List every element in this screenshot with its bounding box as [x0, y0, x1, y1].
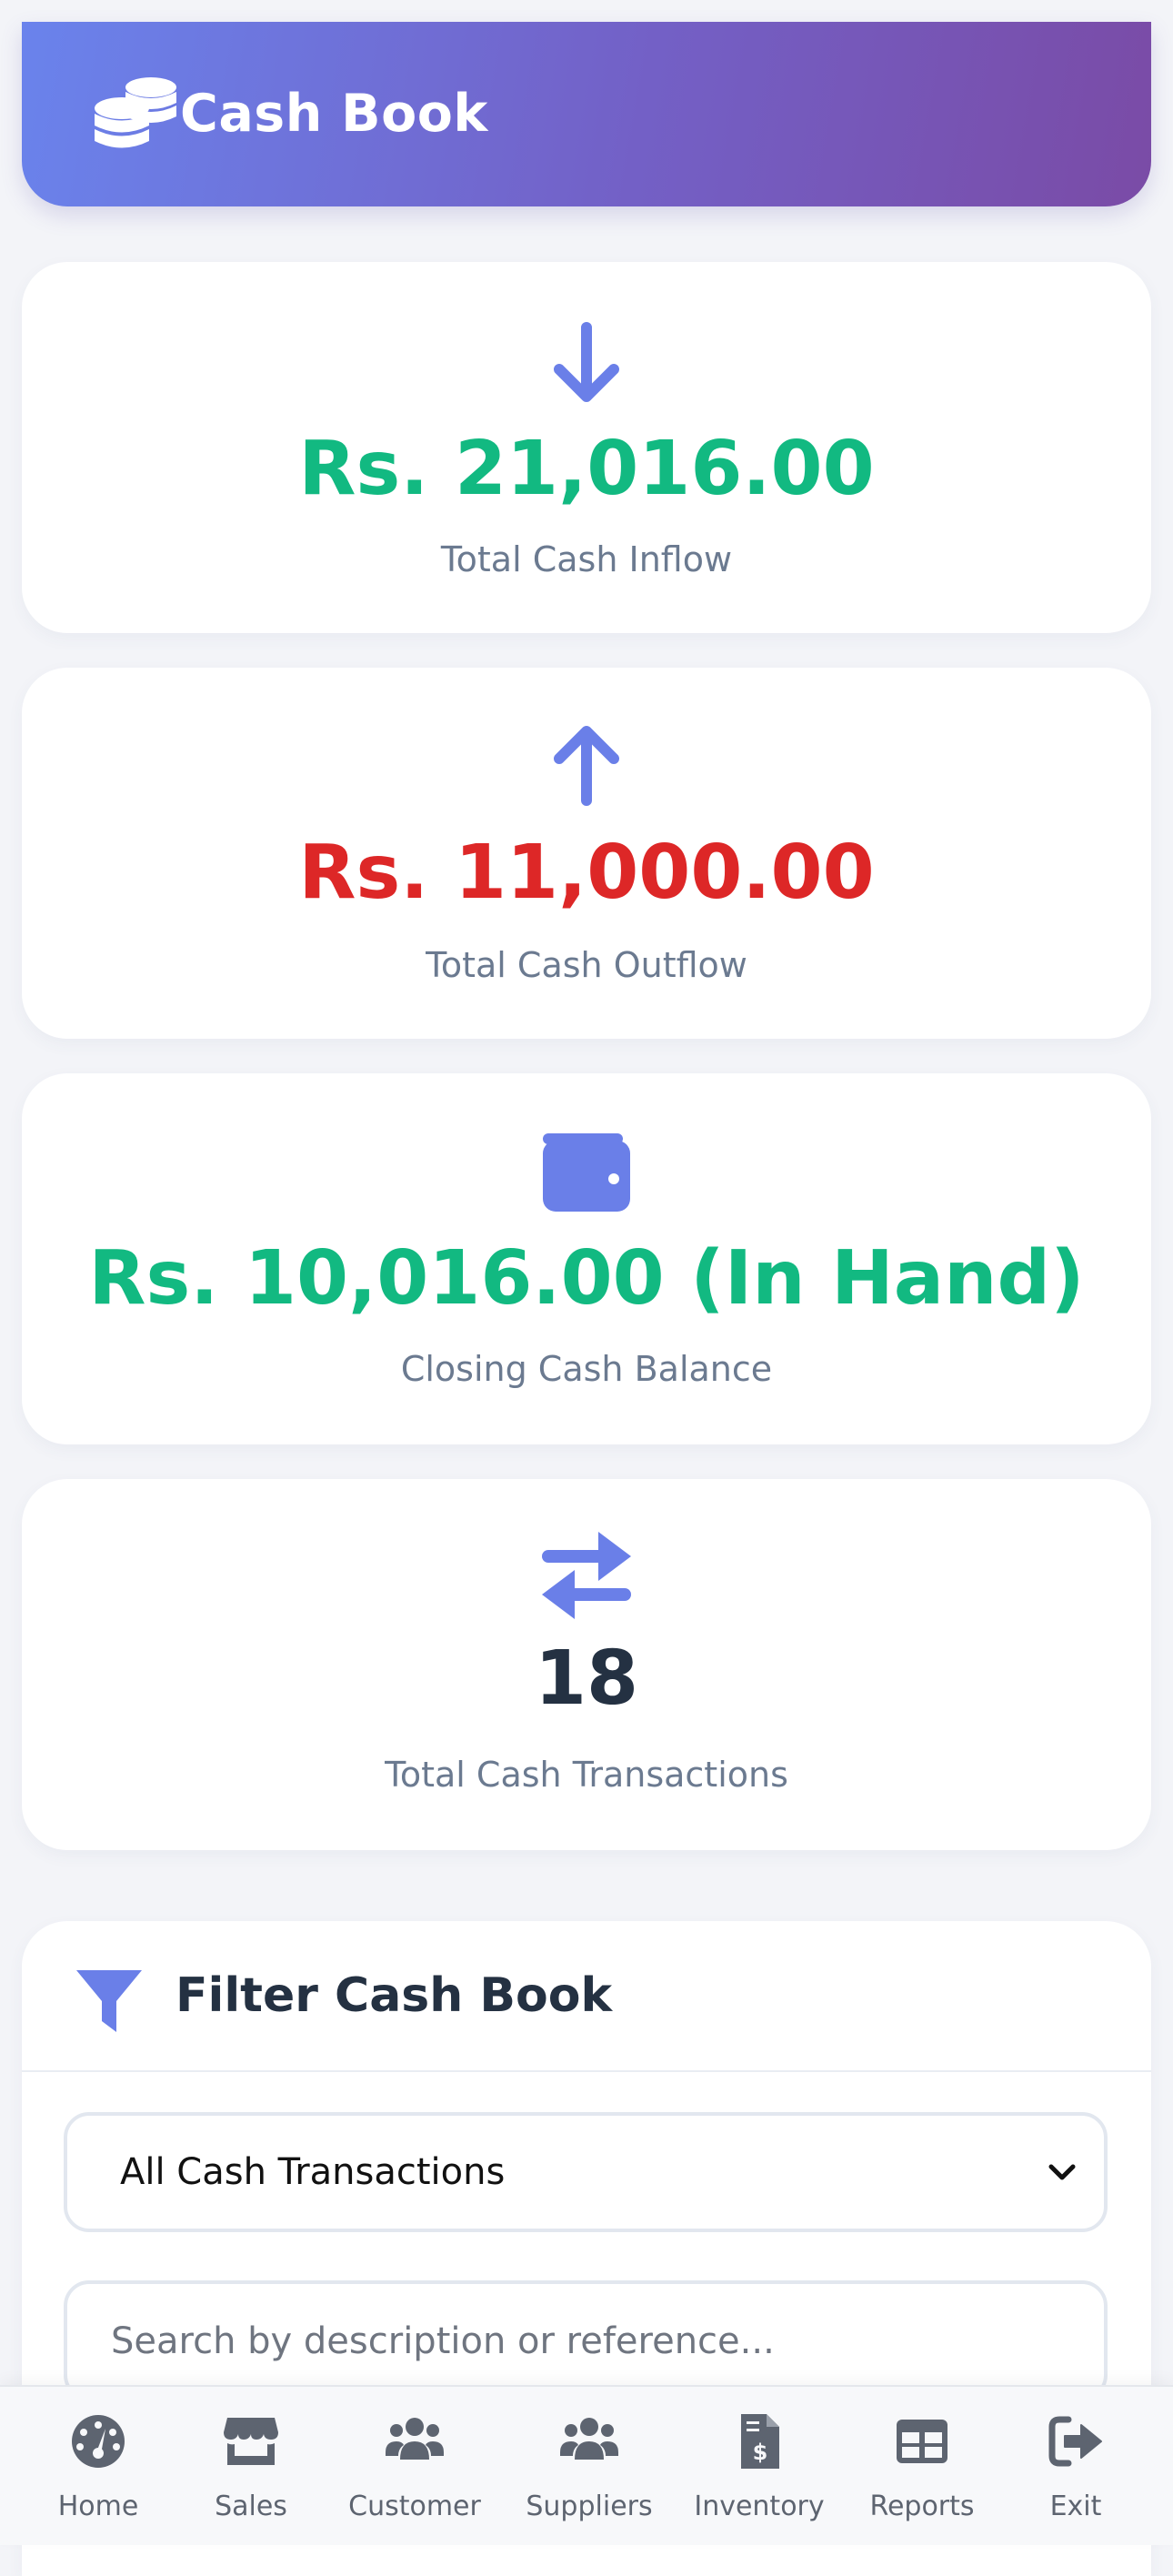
svg-text:$: $ [753, 2440, 768, 2465]
nav-exit-label: Exit [1049, 2490, 1102, 2522]
transaction-type-select[interactable]: All Cash Transactions [64, 2112, 1108, 2232]
exchange-icon [542, 1532, 631, 1619]
transactions-label: Total Cash Transactions [385, 1755, 788, 1795]
store-icon [224, 2418, 278, 2465]
table-icon [897, 2420, 947, 2463]
chevron-down-icon [1048, 2164, 1076, 2180]
invoice-dollar-icon: $ [741, 2414, 779, 2469]
cash-outflow-value: Rs. 11,000.00 [298, 830, 875, 916]
nav-customer-label: Customer [348, 2490, 481, 2522]
nav-inventory[interactable]: $ Inventory [687, 2387, 832, 2545]
cash-inflow-card: Rs. 21,016.00 Total Cash Inflow [22, 262, 1151, 633]
closing-balance-value: Rs. 10,016.00 (In Hand) [88, 1235, 1085, 1322]
page-title: Cash Book [180, 84, 488, 144]
coins-icon [95, 77, 176, 148]
nav-customer[interactable]: Customer [342, 2387, 487, 2545]
nav-suppliers-label: Suppliers [526, 2490, 653, 2522]
search-input[interactable] [109, 2284, 1058, 2399]
app-header: Cash Book [22, 22, 1151, 206]
cash-outflow-card: Rs. 11,000.00 Total Cash Outflow [22, 668, 1151, 1039]
dashboard-icon [72, 2415, 125, 2468]
filter-header: Filter Cash Book [22, 1921, 1151, 2072]
nav-sales[interactable]: Sales [178, 2387, 324, 2545]
filter-icon [76, 1970, 142, 2032]
wallet-icon [543, 1133, 630, 1212]
closing-balance-card: Rs. 10,016.00 (In Hand) Closing Cash Bal… [22, 1073, 1151, 1444]
nav-reports-label: Reports [869, 2490, 975, 2522]
nav-home-label: Home [57, 2490, 139, 2522]
nav-sales-label: Sales [215, 2490, 287, 2522]
nav-suppliers[interactable]: Suppliers [516, 2387, 662, 2545]
users-icon [560, 2418, 618, 2460]
nav-reports[interactable]: Reports [849, 2387, 995, 2545]
transactions-count: 18 [534, 1635, 639, 1722]
search-field[interactable] [64, 2280, 1108, 2400]
closing-balance-label: Closing Cash Balance [400, 1349, 773, 1389]
arrow-up-icon [554, 726, 619, 806]
cash-inflow-label: Total Cash Inflow [440, 539, 733, 579]
sign-out-icon [1048, 2416, 1102, 2467]
cash-outflow-label: Total Cash Outflow [426, 945, 747, 985]
cash-inflow-value: Rs. 21,016.00 [298, 426, 875, 512]
arrow-down-icon [554, 322, 619, 402]
filter-title: Filter Cash Book [175, 1968, 613, 2023]
users-icon [386, 2418, 444, 2460]
nav-home[interactable]: Home [25, 2387, 171, 2545]
transactions-card: 18 Total Cash Transactions [22, 1479, 1151, 1850]
bottom-nav: Home Sales Customer Suppliers $ Inventor… [0, 2385, 1173, 2545]
nav-exit[interactable]: Exit [1003, 2387, 1148, 2545]
select-value: All Cash Transactions [120, 2151, 506, 2193]
nav-inventory-label: Inventory [694, 2490, 825, 2522]
